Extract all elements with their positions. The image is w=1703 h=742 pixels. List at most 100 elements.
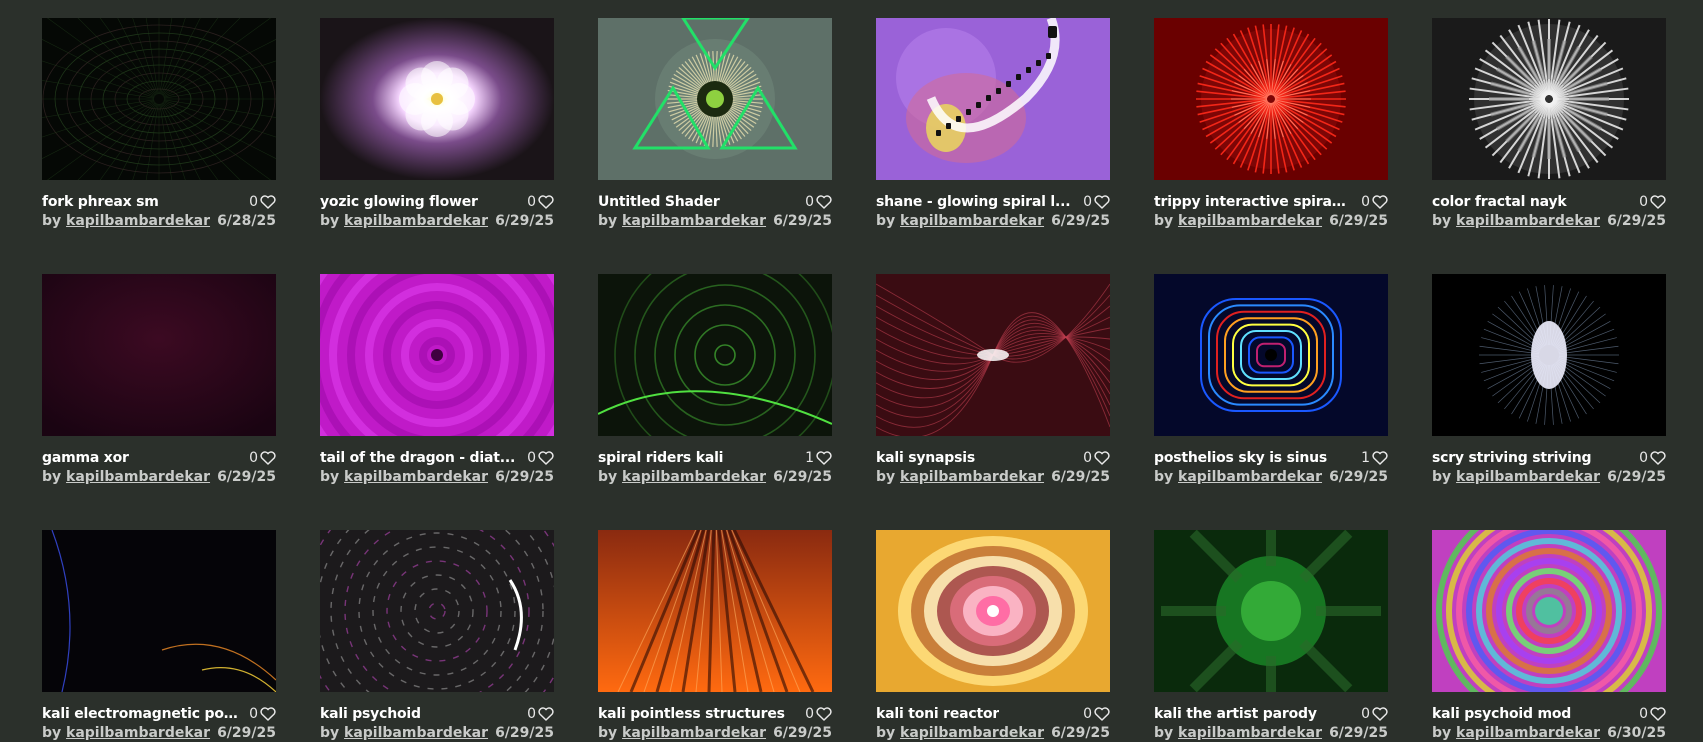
shader-title[interactable]: kali toni reactor — [876, 706, 999, 722]
shader-title[interactable]: spiral riders kali — [598, 450, 723, 466]
author-link[interactable]: kapilbambardekar — [344, 725, 488, 741]
by-label: by — [876, 469, 896, 485]
shader-thumbnail[interactable] — [320, 18, 554, 180]
shader-title[interactable]: trippy interactive spiral... — [1154, 194, 1350, 210]
heart-icon[interactable] — [1372, 194, 1388, 209]
likes: 0 — [1361, 706, 1388, 722]
by-label: by — [1432, 469, 1452, 485]
author-link[interactable]: kapilbambardekar — [1456, 725, 1600, 741]
author-link[interactable]: kapilbambardekar — [1178, 725, 1322, 741]
shader-title[interactable]: tail of the dragon - diat... — [320, 450, 515, 466]
author-line: by kapilbambardekar — [1432, 469, 1600, 485]
shader-title[interactable]: gamma xor — [42, 450, 129, 466]
heart-icon[interactable] — [816, 450, 832, 465]
shader-title[interactable]: kali pointless structures — [598, 706, 785, 722]
author-link[interactable]: kapilbambardekar — [344, 213, 488, 229]
heart-icon[interactable] — [538, 194, 554, 209]
shader-title[interactable]: scry striving striving — [1432, 450, 1591, 466]
heart-icon[interactable] — [1372, 450, 1388, 465]
likes: 0 — [527, 706, 554, 722]
shader-thumbnail[interactable] — [876, 18, 1110, 180]
shader-meta-row: by kapilbambardekar 6/29/25 — [876, 468, 1110, 486]
author-link[interactable]: kapilbambardekar — [1456, 469, 1600, 485]
shader-meta-row: by kapilbambardekar 6/29/25 — [1432, 212, 1666, 230]
shader-date: 6/29/25 — [217, 725, 276, 741]
author-link[interactable]: kapilbambardekar — [900, 725, 1044, 741]
author-line: by kapilbambardekar — [320, 469, 488, 485]
heart-icon[interactable] — [260, 706, 276, 721]
shader-thumbnail[interactable] — [876, 530, 1110, 692]
author-link[interactable]: kapilbambardekar — [622, 213, 766, 229]
like-count: 0 — [1083, 193, 1092, 210]
heart-icon[interactable] — [1372, 706, 1388, 721]
author-line: by kapilbambardekar — [876, 213, 1044, 229]
heart-icon[interactable] — [260, 450, 276, 465]
shader-title[interactable]: shane - glowing spiral l... — [876, 194, 1070, 210]
author-line: by kapilbambardekar — [1154, 725, 1322, 741]
shader-thumbnail[interactable] — [598, 274, 832, 436]
heart-icon[interactable] — [1094, 706, 1110, 721]
author-link[interactable]: kapilbambardekar — [622, 725, 766, 741]
shader-title[interactable]: yozic glowing flower — [320, 194, 478, 210]
shader-date: 6/30/25 — [1607, 725, 1666, 741]
shader-title[interactable]: kali synapsis — [876, 450, 975, 466]
heart-icon[interactable] — [1650, 450, 1666, 465]
shader-title[interactable]: kali psychoid — [320, 706, 421, 722]
shader-title[interactable]: Untitled Shader — [598, 194, 720, 210]
shader-thumbnail[interactable] — [320, 274, 554, 436]
shader-thumbnail[interactable] — [42, 530, 276, 692]
shader-date: 6/29/25 — [1329, 469, 1388, 485]
shader-thumbnail[interactable] — [1432, 530, 1666, 692]
author-link[interactable]: kapilbambardekar — [344, 469, 488, 485]
by-label: by — [42, 213, 62, 229]
like-count: 0 — [249, 449, 258, 466]
shader-thumbnail[interactable] — [598, 530, 832, 692]
shader-thumbnail[interactable] — [1154, 274, 1388, 436]
shader-thumbnail[interactable] — [1432, 18, 1666, 180]
author-link[interactable]: kapilbambardekar — [1456, 213, 1600, 229]
like-count: 0 — [1639, 193, 1648, 210]
shader-thumbnail[interactable] — [42, 18, 276, 180]
shader-card: tail of the dragon - diat... 0 by kapilb… — [320, 274, 554, 485]
likes: 1 — [1361, 450, 1388, 466]
shader-thumbnail[interactable] — [42, 274, 276, 436]
shader-thumbnail[interactable] — [1432, 274, 1666, 436]
heart-icon[interactable] — [1650, 706, 1666, 721]
heart-icon[interactable] — [1094, 450, 1110, 465]
heart-icon[interactable] — [538, 706, 554, 721]
author-link[interactable]: kapilbambardekar — [900, 213, 1044, 229]
shader-thumbnail[interactable] — [1154, 530, 1388, 692]
like-count: 0 — [527, 193, 536, 210]
author-link[interactable]: kapilbambardekar — [66, 469, 210, 485]
author-link[interactable]: kapilbambardekar — [1178, 469, 1322, 485]
shader-title[interactable]: posthelios sky is sinus — [1154, 450, 1327, 466]
shader-meta-row: by kapilbambardekar 6/29/25 — [1432, 468, 1666, 486]
author-link[interactable]: kapilbambardekar — [900, 469, 1044, 485]
heart-icon[interactable] — [260, 194, 276, 209]
by-label: by — [320, 213, 340, 229]
by-label: by — [1154, 725, 1174, 741]
heart-icon[interactable] — [816, 706, 832, 721]
shader-title-row: kali toni reactor 0 — [876, 705, 1110, 722]
shader-title[interactable]: fork phreax sm — [42, 194, 159, 210]
shader-title[interactable]: color fractal nayk — [1432, 194, 1567, 210]
heart-icon[interactable] — [816, 194, 832, 209]
shader-thumbnail[interactable] — [320, 530, 554, 692]
shader-title[interactable]: kali electromagnetic po... — [42, 706, 238, 722]
author-line: by kapilbambardekar — [42, 213, 210, 229]
by-label: by — [1154, 469, 1174, 485]
heart-icon[interactable] — [1650, 194, 1666, 209]
heart-icon[interactable] — [1094, 194, 1110, 209]
heart-icon[interactable] — [538, 450, 554, 465]
shader-thumbnail[interactable] — [598, 18, 832, 180]
shader-title[interactable]: kali psychoid mod — [1432, 706, 1571, 722]
shader-thumbnail[interactable] — [1154, 18, 1388, 180]
author-link[interactable]: kapilbambardekar — [66, 213, 210, 229]
shader-thumbnail[interactable] — [876, 274, 1110, 436]
shader-date: 6/29/25 — [495, 725, 554, 741]
author-link[interactable]: kapilbambardekar — [66, 725, 210, 741]
author-link[interactable]: kapilbambardekar — [1178, 213, 1322, 229]
shader-title[interactable]: kali the artist parody — [1154, 706, 1317, 722]
shader-card: kali psychoid 0 by kapilbambardekar 6/29… — [320, 530, 554, 741]
author-link[interactable]: kapilbambardekar — [622, 469, 766, 485]
